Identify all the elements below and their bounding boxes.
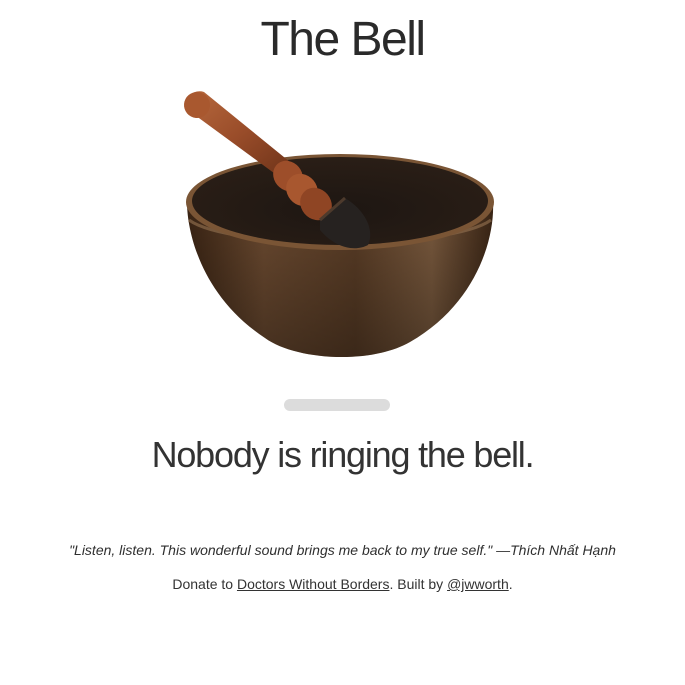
singing-bowl-image[interactable] (170, 80, 510, 380)
bell-status-text: Nobody is ringing the bell. (151, 434, 535, 475)
bowl-svg (184, 91, 494, 358)
doctors-without-borders-link[interactable]: Doctors Without Borders (237, 576, 390, 592)
author-link[interactable]: @jwworth (447, 576, 509, 592)
footer: Donate to Doctors Without Borders. Built… (0, 575, 685, 593)
page-title: The Bell (260, 13, 426, 66)
built-by-prefix: . Built by (389, 576, 448, 592)
donate-prefix: Donate to (172, 576, 237, 592)
quote: "Listen, listen. This wonderful sound br… (69, 542, 616, 558)
ring-progress-bar (284, 399, 390, 411)
footer-suffix: . (508, 576, 513, 592)
